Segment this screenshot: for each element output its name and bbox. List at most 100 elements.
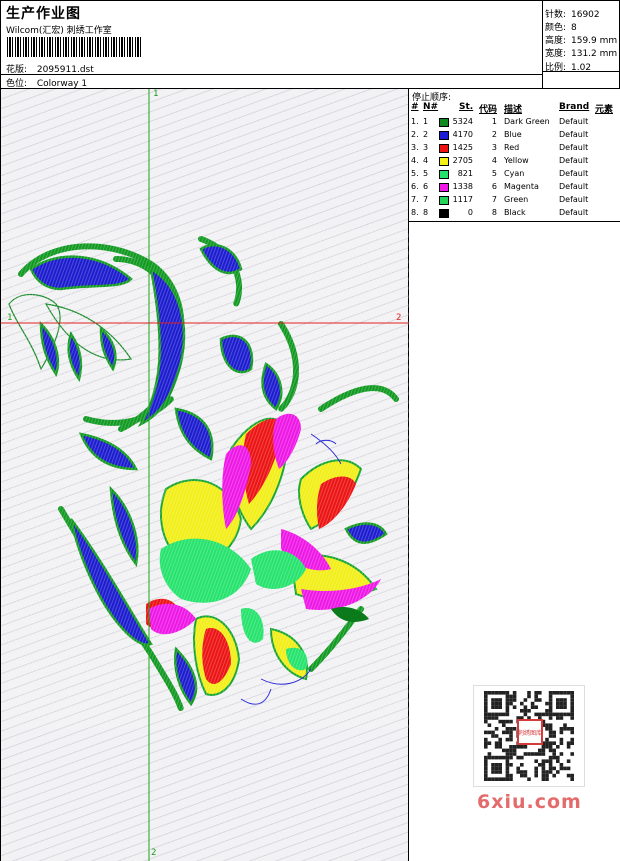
row-number: 3. — [411, 143, 419, 152]
table-row[interactable]: 8. 8 0 8 Black Default — [409, 207, 620, 220]
qr-module — [541, 770, 546, 774]
qr-module — [484, 691, 488, 695]
table-row[interactable]: 3. 3 1425 3 Red Default — [409, 142, 620, 155]
qr-module — [491, 705, 495, 709]
qr-module — [563, 705, 567, 709]
qr-module — [487, 723, 492, 727]
qr-module — [541, 752, 546, 756]
qr-module — [548, 705, 553, 709]
row-needle: 5 — [423, 169, 429, 178]
header-separator — [1, 74, 543, 75]
qr-module — [487, 730, 492, 735]
qr-module — [494, 734, 499, 738]
table-row[interactable]: 5. 5 821 5 Cyan Default — [409, 168, 620, 181]
row-number: 5. — [411, 169, 419, 178]
qr-module — [509, 752, 513, 756]
qr-module — [548, 759, 553, 763]
qr-module — [494, 755, 499, 760]
qr-module — [494, 727, 499, 731]
stat-colors-value: 8 — [571, 23, 577, 33]
qr-module — [505, 712, 510, 717]
qr-module — [548, 727, 553, 731]
qr-module — [505, 777, 510, 781]
qr-module — [570, 777, 574, 781]
qr-module — [491, 763, 495, 767]
table-row[interactable]: 1. 1 5324 1 Dark Green Default — [409, 116, 620, 129]
qr-module — [516, 755, 520, 760]
qr-module — [563, 723, 567, 727]
qr-module — [505, 727, 510, 731]
row-code: 3 — [491, 143, 497, 152]
qr-module — [570, 705, 574, 709]
qr-module — [505, 705, 510, 709]
row-brand: Default — [559, 130, 589, 139]
row-stitches: 821 — [457, 169, 473, 178]
qr-module — [484, 777, 488, 781]
qr-module — [556, 698, 560, 702]
qr-module — [541, 763, 546, 767]
stat-height-value: 159.9 mm — [571, 36, 618, 46]
qr-module — [538, 691, 542, 695]
table-row[interactable]: 2. 2 4170 2 Blue Default — [409, 129, 620, 142]
qr-module — [509, 748, 513, 753]
qr-module — [505, 766, 510, 771]
qr-module — [570, 737, 574, 742]
qr-module — [534, 759, 538, 763]
qr-module — [491, 730, 495, 735]
qr-module — [502, 748, 506, 753]
qr-module — [530, 752, 535, 756]
qr-module — [484, 773, 488, 778]
header-info-block: 生产作业图 Wilcom(汇宏) 刺绣工作室 花版: 2095911.dst 色… — [1, 1, 543, 89]
qr-module — [545, 701, 549, 706]
qr-module — [556, 691, 560, 695]
qr-module — [570, 716, 574, 720]
qr-module — [487, 712, 492, 717]
table-row[interactable]: 4. 4 2705 4 Yellow Default — [409, 155, 620, 168]
row-needle: 4 — [423, 156, 429, 165]
qr-module — [484, 698, 488, 702]
table-row[interactable]: 6. 6 1338 6 Magenta Default — [409, 181, 620, 194]
qr-module — [552, 712, 556, 717]
row-code: 1 — [491, 117, 497, 126]
qr-module — [505, 770, 510, 774]
row-stitches: 1338 — [452, 182, 473, 191]
table-row[interactable]: 7. 7 1117 7 Green Default — [409, 194, 620, 207]
qr-module — [545, 745, 549, 749]
qr-module — [552, 755, 556, 760]
qr-module — [494, 705, 499, 709]
qr-module — [484, 759, 488, 763]
qr-module — [552, 734, 556, 738]
qr-module — [502, 691, 506, 695]
row-needle: 7 — [423, 195, 429, 204]
qr-module — [498, 777, 502, 781]
row-code: 5 — [491, 169, 497, 178]
qr-module — [559, 727, 564, 731]
qr-module — [548, 766, 553, 771]
qr-module — [527, 691, 531, 695]
qr-module — [548, 723, 553, 727]
qr-module — [566, 745, 571, 749]
qr-module — [548, 712, 553, 717]
qr-module — [530, 701, 535, 706]
qr-module — [516, 766, 520, 771]
qr-module — [548, 755, 553, 760]
qr-module — [545, 759, 549, 763]
qr-module — [552, 766, 556, 771]
qr-module — [559, 712, 564, 717]
row-brand: Default — [559, 117, 589, 126]
qr-stamp-text: 刺绣图库 — [518, 729, 542, 737]
stat-width-value: 131.2 mm — [571, 49, 618, 59]
qr-module — [505, 755, 510, 760]
qr-module — [548, 716, 553, 720]
qr-module — [559, 763, 564, 767]
stats-bottom-divider — [543, 71, 620, 72]
qr-module — [498, 705, 502, 709]
stat-width-label: 宽度: — [545, 49, 567, 59]
qr-module — [498, 745, 502, 749]
qr-module — [541, 712, 546, 717]
row-number: 7. — [411, 195, 419, 204]
qr-module — [491, 770, 495, 774]
qr-module — [509, 737, 513, 742]
qr-module — [494, 777, 499, 781]
qr-module — [494, 691, 499, 695]
